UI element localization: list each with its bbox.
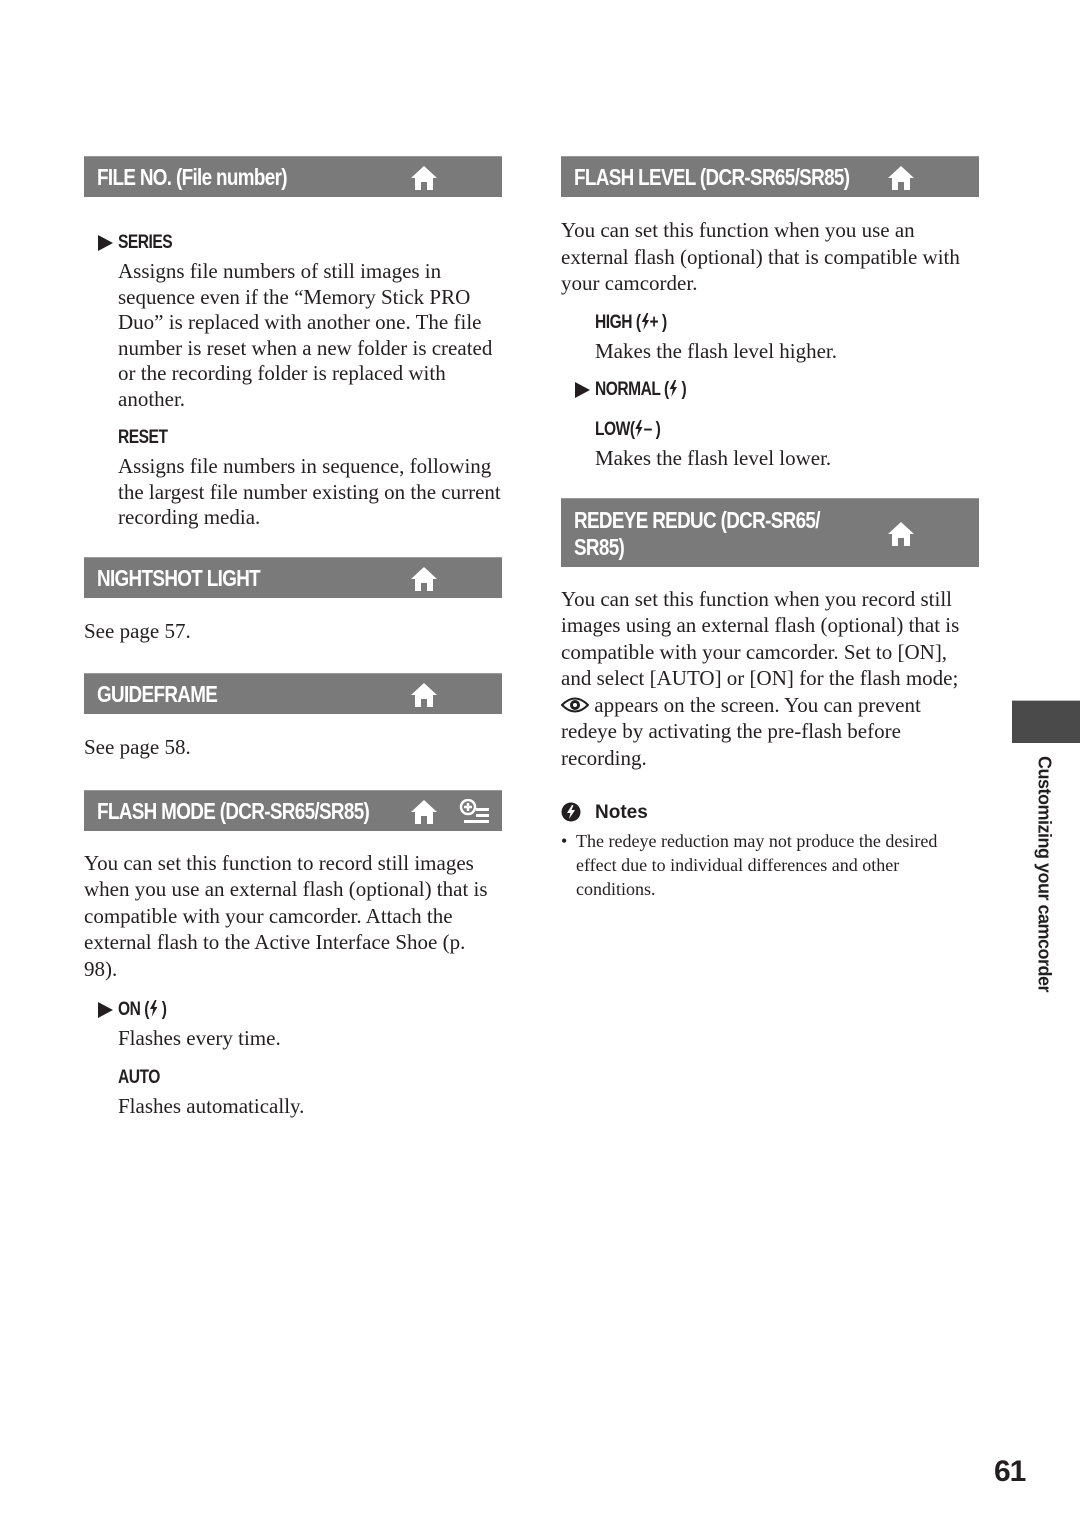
option-low-desc: Makes the flash level lower. — [595, 446, 832, 470]
default-arrow-icon — [575, 382, 590, 398]
flash-icon — [669, 380, 677, 397]
nightshot-light-title: NIGHTSHOT LIGHT — [97, 564, 261, 591]
home-icon — [887, 165, 915, 191]
option-on: ON ( ) — [84, 998, 502, 1022]
option-auto: AUTO — [118, 1066, 160, 1088]
guideframe-title: GUIDEFRAME — [97, 681, 218, 707]
notes-list: The redeye reduction may not produce the… — [561, 829, 979, 901]
option-normal: NORMAL ( ) — [561, 378, 979, 402]
plus-options-icon — [459, 798, 491, 825]
chapter-tab — [1012, 700, 1080, 743]
nightshot-light-header: NIGHTSHOT LIGHT — [84, 556, 502, 598]
flash-mode-title: FLASH MODE (DCR-SR65/SR85) — [97, 797, 370, 824]
option-series: SERIES — [84, 231, 502, 255]
redeye-reduc-title-line1: REDEYE REDUC (DCR-SR65/ — [574, 506, 821, 533]
right-column: FLASH LEVEL (DCR-SR65/SR85) You can set … — [561, 156, 979, 901]
default-arrow-icon — [98, 235, 113, 251]
notes-heading: Notes — [561, 801, 979, 825]
home-icon — [410, 566, 438, 592]
nightshot-light-text: See page 57. — [84, 618, 191, 643]
file-no-title: FILE NO. (File number) — [97, 164, 288, 190]
redeye-reduc-header: REDEYE REDUC (DCR-SR65/ SR85) — [561, 497, 979, 567]
option-high-desc: Makes the flash level higher. — [595, 338, 838, 363]
file-no-header: FILE NO. (File number) — [84, 156, 502, 197]
default-arrow-icon — [98, 1002, 113, 1018]
option-reset: RESET — [118, 427, 168, 448]
option-series-desc: Assigns file numbers of still images in … — [118, 259, 493, 411]
option-on-desc: Flashes every time. — [118, 1026, 281, 1050]
notes-icon — [561, 802, 581, 822]
option-low: LOW(– ) — [595, 419, 661, 440]
flash-level-header: FLASH LEVEL (DCR-SR65/SR85) — [561, 156, 979, 197]
redeye-reduc-intro: You can set this function when you recor… — [561, 586, 960, 770]
guideframe-header: GUIDEFRAME — [84, 673, 502, 714]
home-icon — [887, 521, 915, 547]
flash-level-title: FLASH LEVEL (DCR-SR65/SR85) — [574, 164, 850, 190]
option-high: HIGH (+ ) — [595, 311, 667, 333]
guideframe-text: See page 58. — [84, 735, 191, 759]
home-icon — [410, 799, 438, 825]
option-reset-desc: Assigns file numbers in sequence, follow… — [118, 454, 501, 529]
left-column: FILE NO. (File number) SERIES Assigns fi… — [84, 156, 502, 1119]
home-icon — [410, 682, 438, 708]
flash-level-intro: You can set this function when you use a… — [561, 218, 960, 295]
option-auto-desc: Flashes automatically. — [118, 1093, 305, 1118]
redeye-icon — [561, 697, 589, 712]
flash-icon — [149, 1000, 158, 1017]
flash-mode-header: FLASH MODE (DCR-SR65/SR85) — [84, 789, 502, 831]
page-number: 61 — [994, 1455, 1026, 1488]
note-item: The redeye reduction may not produce the… — [561, 829, 979, 901]
flash-icon — [641, 312, 649, 330]
home-icon — [410, 165, 438, 191]
redeye-reduc-title-line2: SR85) — [574, 533, 625, 560]
flash-mode-intro: You can set this function to record stil… — [84, 850, 488, 981]
flash-icon — [635, 420, 643, 437]
chapter-label: Customizing your camcorder — [1034, 756, 1055, 993]
